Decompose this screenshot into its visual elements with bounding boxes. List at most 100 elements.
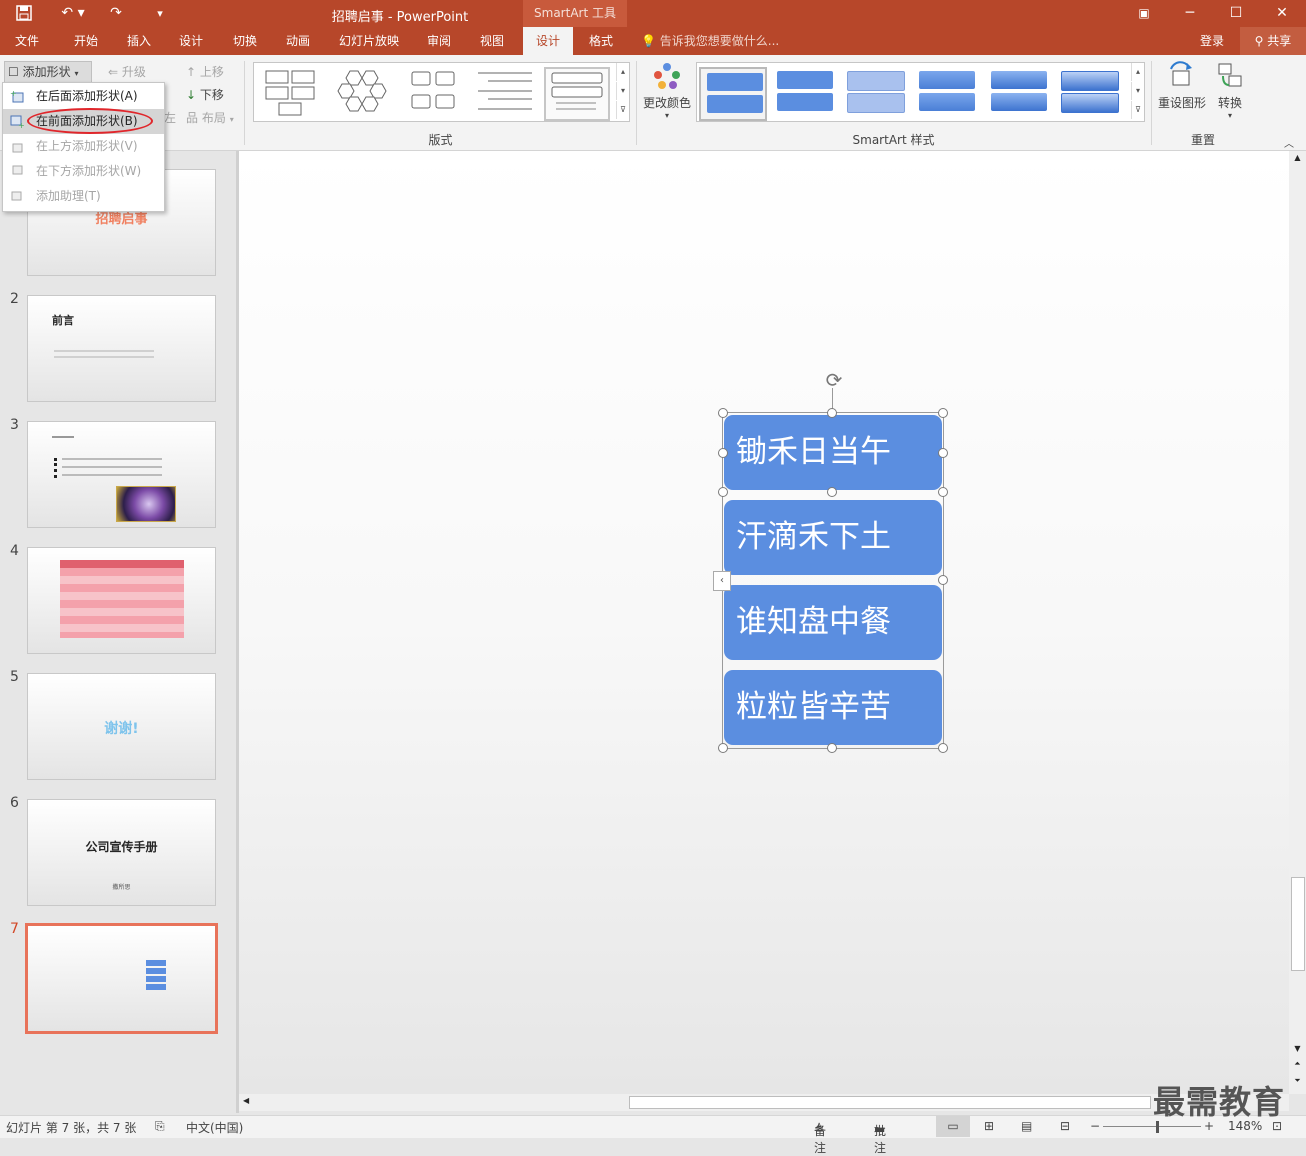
resize-handle[interactable]	[938, 743, 948, 753]
style-option-4[interactable]	[913, 67, 977, 117]
slide-thumbnail-5[interactable]: 谢谢!	[27, 673, 216, 780]
menu-item-label: 添加助理(T)	[36, 189, 101, 203]
tab-design[interactable]: 设计	[166, 27, 216, 55]
slide-thumbnail-2[interactable]: 前言	[27, 295, 216, 402]
resize-handle[interactable]	[938, 408, 948, 418]
previous-slide-icon[interactable]: ⏶	[1289, 1059, 1306, 1069]
tab-home[interactable]: 开始	[60, 27, 112, 55]
change-colors-button[interactable]: 更改颜色 ▾	[641, 61, 693, 120]
menu-item-add-shape-above[interactable]: 在上方添加形状(V)	[3, 134, 164, 159]
vertical-scrollbar[interactable]: ▲ ▼ ⏶ ⏷	[1289, 151, 1306, 1094]
tab-file[interactable]: 文件	[0, 27, 54, 55]
styles-scroll-up[interactable]: ▴	[1131, 63, 1144, 81]
layout-option-1[interactable]	[260, 67, 322, 117]
smartart-item-4[interactable]: 粒粒皆辛苦	[724, 670, 942, 745]
style-option-2[interactable]	[771, 67, 835, 117]
item-handle[interactable]	[718, 448, 728, 458]
slide-thumbnail-4[interactable]	[27, 547, 216, 654]
convert-button[interactable]: 转换 ▾	[1210, 61, 1250, 120]
thumb-subtitle: 撒所思	[112, 884, 131, 891]
slideshow-icon[interactable]: ⊟	[1060, 1119, 1070, 1133]
zoom-slider[interactable]	[1103, 1126, 1201, 1127]
resize-handle[interactable]	[938, 575, 948, 585]
language[interactable]: 中文(中国)	[186, 1119, 243, 1136]
item-handle[interactable]	[938, 448, 948, 458]
gallery-scroll-down[interactable]: ▾	[616, 82, 629, 100]
style-option-5[interactable]	[985, 67, 1049, 117]
style-swatch	[919, 71, 975, 89]
move-down-button[interactable]: ↓ 下移	[186, 86, 224, 103]
item-handle[interactable]	[718, 487, 728, 497]
share-label: 共享	[1267, 34, 1292, 48]
next-slide-icon[interactable]: ⏷	[1289, 1076, 1306, 1086]
horizontal-scroll-thumb[interactable]	[629, 1096, 1151, 1109]
spellcheck-icon[interactable]: ⎘	[155, 1119, 165, 1134]
slide-thumbnail-7[interactable]	[25, 923, 218, 1034]
smartart-item-2[interactable]: 汗滴禾下土	[724, 500, 942, 575]
collapse-ribbon-icon[interactable]: ︿	[1284, 135, 1294, 150]
styles-scroll-down[interactable]: ▾	[1131, 82, 1144, 100]
tell-me-search[interactable]: 💡 告诉我您想要做什么...	[641, 27, 779, 55]
add-shape-button[interactable]: ☐ 添加形状 ▾	[4, 61, 92, 83]
maximize-icon[interactable]: ☐	[1224, 0, 1248, 27]
login-link[interactable]: 登录	[1200, 27, 1224, 55]
smartart-item-3[interactable]: 谁知盘中餐	[724, 585, 942, 660]
share-button[interactable]: ⚲ 共享	[1240, 27, 1306, 55]
menu-item-add-shape-below[interactable]: 在下方添加形状(W)	[3, 159, 164, 184]
tab-transitions[interactable]: 切换	[220, 27, 270, 55]
minimize-icon[interactable]: ─	[1178, 0, 1202, 27]
text-pane-toggle-icon[interactable]: ‹	[713, 571, 731, 591]
close-icon[interactable]: ✕	[1270, 0, 1294, 27]
item-handle[interactable]	[938, 487, 948, 497]
tab-insert[interactable]: 插入	[114, 27, 164, 55]
resize-handle[interactable]	[718, 408, 728, 418]
reset-graphic-button[interactable]: 重设图形	[1156, 61, 1208, 111]
tab-slideshow[interactable]: 幻灯片放映	[330, 27, 408, 55]
move-up-button[interactable]: ↑ 上移	[186, 63, 224, 80]
styles-more[interactable]: ⊽	[1131, 101, 1144, 119]
arrow-up-icon: ↑	[186, 65, 197, 79]
promote-button[interactable]: ⇐ 升级	[108, 63, 146, 80]
zoom-out-icon[interactable]: −	[1090, 1119, 1100, 1133]
gallery-more[interactable]: ⊽	[616, 101, 629, 119]
menu-item-add-shape-before[interactable]: + 在前面添加形状(B)	[3, 108, 164, 134]
normal-view-icon[interactable]: ▭	[936, 1116, 970, 1137]
slide-sorter-icon[interactable]: ⊞	[984, 1119, 994, 1133]
thumb-smartart-box	[146, 968, 166, 974]
slide-thumbnail-6[interactable]: 公司宣传手册 撒所思	[27, 799, 216, 906]
vertical-scroll-thumb[interactable]	[1291, 877, 1305, 971]
slide-number: 2	[10, 291, 19, 307]
resize-handle[interactable]	[718, 743, 728, 753]
resize-handle[interactable]	[827, 743, 837, 753]
rotate-handle-icon[interactable]: ⟳	[822, 368, 846, 392]
tab-review[interactable]: 审阅	[416, 27, 462, 55]
horizontal-scrollbar[interactable]: ◀	[239, 1094, 1289, 1111]
slide-thumbnail-3[interactable]	[27, 421, 216, 528]
promote-label: 升级	[121, 65, 146, 79]
layout-button[interactable]: 品 布局 ▾	[186, 109, 234, 126]
right-to-left-button[interactable]: 左	[164, 109, 176, 126]
menu-item-add-assistant[interactable]: 添加助理(T)	[3, 184, 164, 209]
menu-item-add-shape-after[interactable]: + 在后面添加形状(A)	[3, 84, 164, 109]
resize-handle[interactable]	[827, 408, 837, 418]
layout-option-vertical-list[interactable]	[544, 67, 610, 121]
style-option-3[interactable]	[841, 67, 905, 117]
style-option-1[interactable]	[699, 67, 767, 121]
smartart-item-1[interactable]: 锄禾日当午	[724, 415, 942, 490]
reading-view-icon[interactable]: ▤	[1021, 1119, 1032, 1133]
tab-view[interactable]: 视图	[469, 27, 515, 55]
scroll-down-arrow-icon[interactable]: ▼	[1289, 1044, 1306, 1053]
scroll-left-arrow-icon[interactable]: ◀	[243, 1096, 249, 1105]
ribbon-display-icon[interactable]: ▣	[1132, 0, 1156, 27]
layout-option-3[interactable]	[402, 67, 464, 117]
layout-option-2[interactable]	[330, 67, 392, 117]
gallery-scroll-up[interactable]: ▴	[616, 63, 629, 81]
style-option-6[interactable]	[1055, 67, 1119, 117]
item-handle[interactable]	[827, 487, 837, 497]
layout-option-4[interactable]	[474, 67, 536, 117]
menu-item-label: 在上方添加形状(V)	[36, 139, 138, 153]
tab-animations[interactable]: 动画	[273, 27, 323, 55]
tab-format[interactable]: 格式	[576, 27, 626, 55]
tab-smartart-design[interactable]: 设计	[523, 27, 573, 55]
scroll-up-arrow-icon[interactable]: ▲	[1289, 153, 1306, 162]
